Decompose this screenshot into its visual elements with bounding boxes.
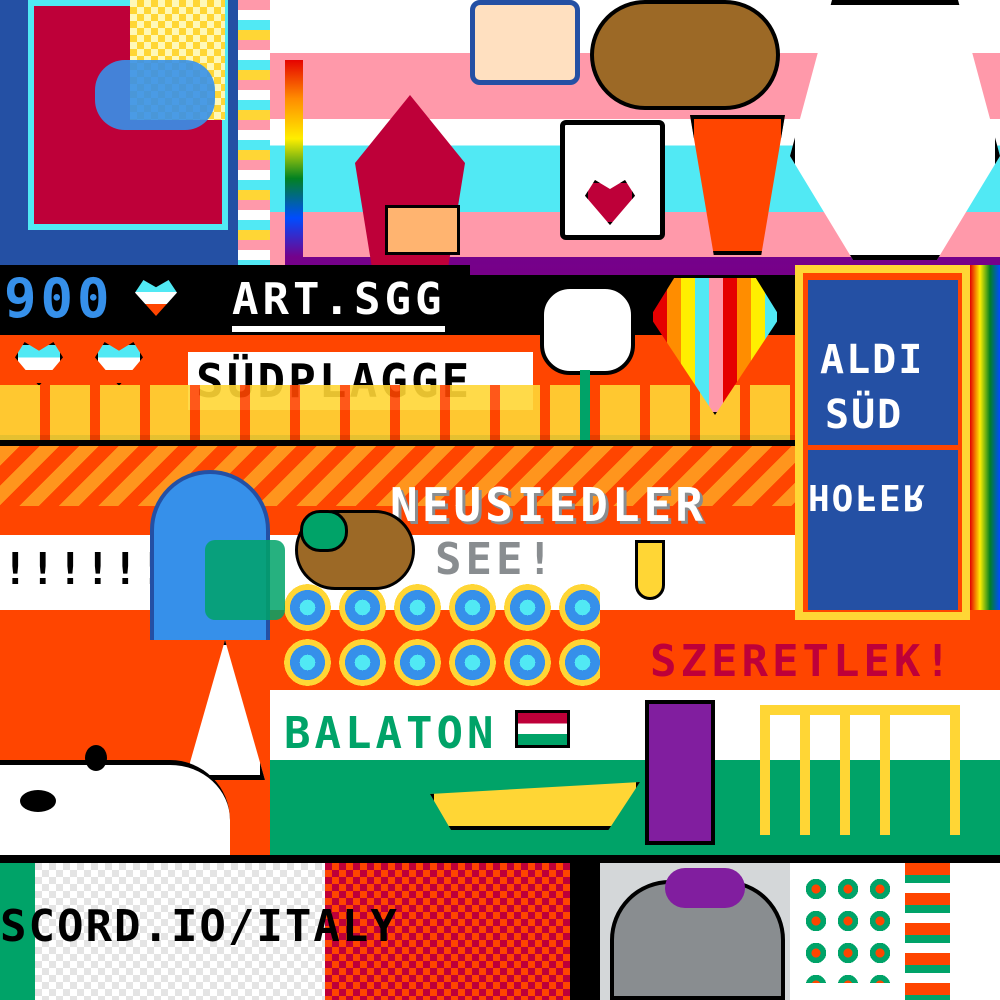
aldi-text-2: SÜD: [825, 392, 904, 438]
neusiedler-text: NEUSIEDLER: [390, 478, 707, 532]
hofer-text: HOFER: [808, 476, 927, 517]
gray-cat: [645, 700, 715, 845]
yellow-arch-pillars: [800, 715, 920, 835]
hungary-flag-icon: [515, 710, 570, 748]
vertical-flag-strip: [238, 0, 270, 265]
side-rainbow-edge: [970, 265, 1000, 610]
embroidery-border: [905, 863, 950, 1000]
crown: [385, 205, 460, 255]
balaton-text: BALATON: [284, 708, 498, 759]
white-rose: [540, 285, 635, 375]
italy-text: SCORD.IO/ITALY: [0, 901, 399, 952]
blue-flower-cluster: [95, 60, 215, 130]
anime-face: [470, 0, 580, 85]
bottom-black-bar: [0, 855, 1000, 863]
duck-head: [300, 510, 348, 552]
rose-stem: [580, 370, 590, 440]
brown-potato-face: [590, 0, 780, 110]
fox-eye: [85, 745, 107, 771]
peacock-tail: [280, 580, 600, 690]
fox-nose: [20, 790, 56, 812]
counter-text: 900: [4, 267, 114, 330]
green-cactus: [205, 540, 285, 620]
see-text: SEE!: [435, 534, 557, 585]
szeretlek-text: SZERETLEK!: [650, 636, 955, 687]
yellow-scallop-band: [0, 385, 800, 445]
purple-hat: [665, 868, 745, 908]
embroidery-flower: [800, 873, 895, 983]
aldi-text-1: ALDI: [820, 337, 925, 383]
hofer-blue-panel: [808, 450, 958, 610]
art-sgg-text: ART.SGG: [232, 278, 446, 332]
banana: [635, 540, 665, 600]
